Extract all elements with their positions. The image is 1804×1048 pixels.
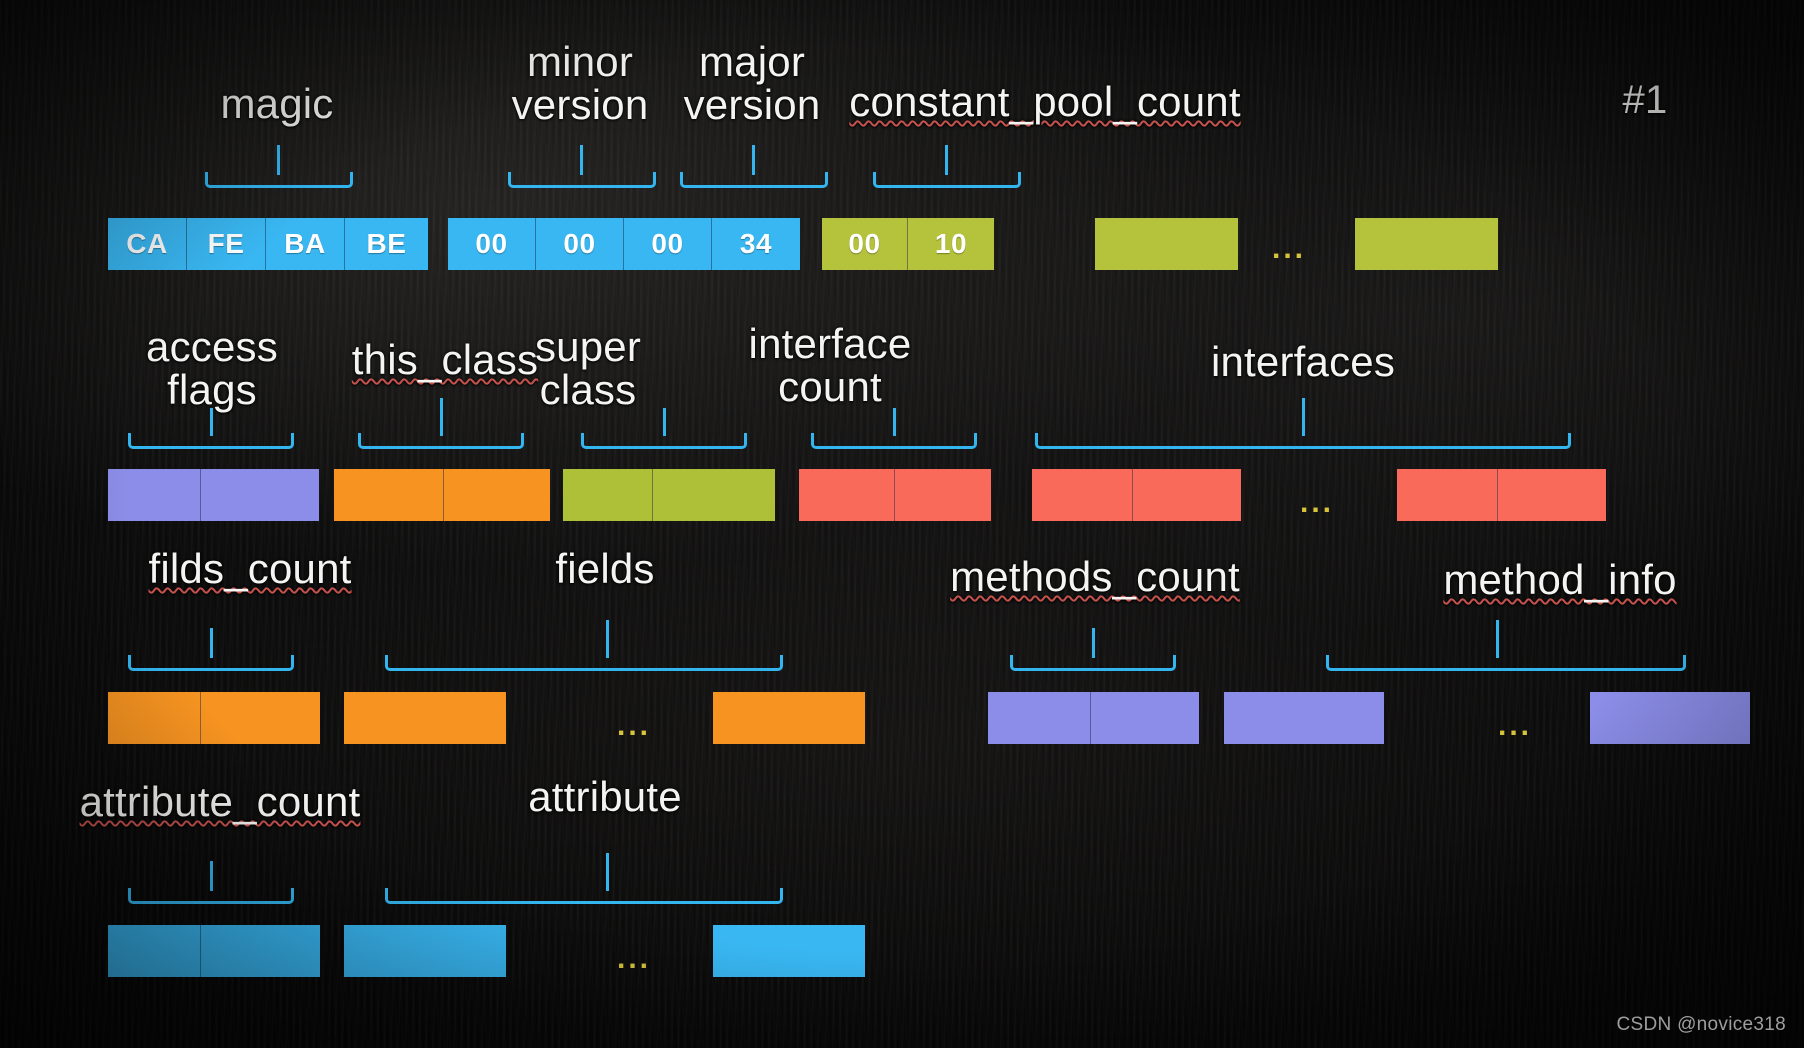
label-attribute: attribute (528, 773, 682, 820)
row-4-labels: attribute_count attribute (0, 0, 1804, 1048)
watermark: CSDN @novice318 (1616, 1014, 1786, 1035)
diagram-canvas: CA FE BA BE 00 00 00 34 00 10 ... magic (0, 0, 1804, 1048)
label-attribute-count: attribute_count (79, 778, 361, 825)
